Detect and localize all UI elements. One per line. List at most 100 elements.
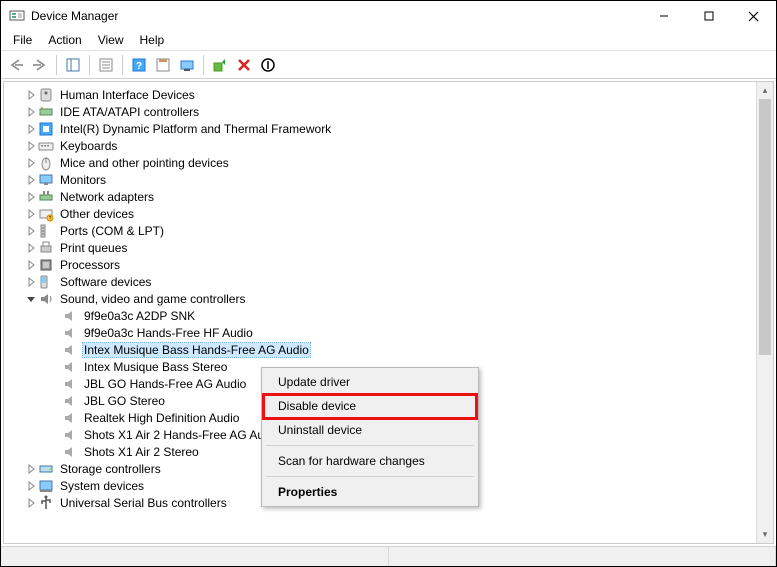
speaker-icon <box>62 359 78 375</box>
category-label: Ports (COM & LPT) <box>58 224 166 238</box>
tree-category[interactable]: Software devices <box>10 273 756 290</box>
expand-icon[interactable] <box>24 224 38 238</box>
statusbar <box>1 546 776 566</box>
maximize-button[interactable] <box>686 1 731 31</box>
speaker-icon <box>62 376 78 392</box>
scroll-up-button[interactable]: ▴ <box>757 82 773 99</box>
expand-icon[interactable] <box>24 258 38 272</box>
scroll-track[interactable] <box>757 99 773 526</box>
vertical-scrollbar[interactable]: ▴ ▾ <box>756 82 773 543</box>
printer-icon <box>38 240 54 256</box>
device-label: Intex Musique Bass Stereo <box>82 360 229 374</box>
context-uninstall-device[interactable]: Uninstall device <box>264 418 476 442</box>
collapse-icon[interactable] <box>24 292 38 306</box>
network-icon <box>38 189 54 205</box>
status-cell <box>1 547 389 566</box>
expand-icon[interactable] <box>24 479 38 493</box>
intel-icon <box>38 121 54 137</box>
tree-category[interactable]: Mice and other pointing devices <box>10 154 756 171</box>
speaker-icon <box>62 325 78 341</box>
tree-device[interactable]: 9f9e0a3c A2DP SNK <box>10 307 756 324</box>
expand-icon[interactable] <box>24 139 38 153</box>
tree-category[interactable]: Network adapters <box>10 188 756 205</box>
tree-category[interactable]: Intel(R) Dynamic Platform and Thermal Fr… <box>10 120 756 137</box>
help-button[interactable]: ? <box>128 54 150 76</box>
category-label: Monitors <box>58 173 108 187</box>
expand-icon[interactable] <box>24 105 38 119</box>
category-label: Universal Serial Bus controllers <box>58 496 229 510</box>
category-label: Other devices <box>58 207 136 221</box>
hid-icon <box>38 87 54 103</box>
tree-device[interactable]: 9f9e0a3c Hands-Free HF Audio <box>10 324 756 341</box>
speaker-icon <box>62 393 78 409</box>
tree-category[interactable]: Monitors <box>10 171 756 188</box>
close-button[interactable] <box>731 1 776 31</box>
expand-icon[interactable] <box>24 462 38 476</box>
expand-icon[interactable] <box>24 275 38 289</box>
port-icon <box>38 223 54 239</box>
menu-help[interactable]: Help <box>132 31 173 50</box>
uninstall-button[interactable] <box>233 54 255 76</box>
tree-category[interactable]: Ports (COM & LPT) <box>10 222 756 239</box>
properties-button[interactable] <box>95 54 117 76</box>
content-area: Human Interface Devices IDE ATA/ATAPI con… <box>3 81 774 544</box>
device-label: Realtek High Definition Audio <box>82 411 241 425</box>
minimize-button[interactable] <box>641 1 686 31</box>
forward-button[interactable] <box>29 54 51 76</box>
expand-icon[interactable] <box>24 156 38 170</box>
menu-file[interactable]: File <box>5 31 40 50</box>
toolbar-separator <box>56 55 57 75</box>
tree-category[interactable]: Processors <box>10 256 756 273</box>
speaker-icon <box>62 308 78 324</box>
update-driver-button[interactable] <box>209 54 231 76</box>
speaker-icon <box>62 427 78 443</box>
scroll-thumb[interactable] <box>759 99 771 355</box>
other-icon: ? <box>38 206 54 222</box>
expand-icon[interactable] <box>24 173 38 187</box>
scan-hardware-button[interactable] <box>176 54 198 76</box>
back-button[interactable] <box>5 54 27 76</box>
expand-icon[interactable] <box>24 241 38 255</box>
category-label: Software devices <box>58 275 153 289</box>
tree-category[interactable]: Print queues <box>10 239 756 256</box>
speaker-icon <box>62 342 78 358</box>
context-update-driver[interactable]: Update driver <box>264 370 476 394</box>
disable-button[interactable] <box>257 54 279 76</box>
tree-category[interactable]: ? Other devices <box>10 205 756 222</box>
status-cell <box>389 547 777 566</box>
menu-action[interactable]: Action <box>40 31 89 50</box>
expand-icon[interactable] <box>24 496 38 510</box>
category-label: Network adapters <box>58 190 156 204</box>
context-disable-device[interactable]: Disable device <box>264 394 476 418</box>
toolbar-separator <box>89 55 90 75</box>
expand-icon[interactable] <box>24 190 38 204</box>
category-label: Storage controllers <box>58 462 163 476</box>
action-button[interactable] <box>152 54 174 76</box>
expand-icon[interactable] <box>24 88 38 102</box>
tree-category[interactable]: Sound, video and game controllers <box>10 290 756 307</box>
cpu-icon <box>38 257 54 273</box>
mouse-icon <box>38 155 54 171</box>
device-label: 9f9e0a3c A2DP SNK <box>82 309 197 323</box>
context-properties[interactable]: Properties <box>264 480 476 504</box>
context-scan-hardware[interactable]: Scan for hardware changes <box>264 449 476 473</box>
category-label: System devices <box>58 479 146 493</box>
expand-icon[interactable] <box>24 122 38 136</box>
category-label: Keyboards <box>58 139 119 153</box>
tree-category[interactable]: Human Interface Devices <box>10 86 756 103</box>
titlebar: Device Manager <box>1 1 776 31</box>
expand-icon[interactable] <box>24 207 38 221</box>
scroll-down-button[interactable]: ▾ <box>757 526 773 543</box>
tree-device[interactable]: Intex Musique Bass Hands-Free AG Audio <box>10 341 756 358</box>
software-icon <box>38 274 54 290</box>
tree-category[interactable]: Keyboards <box>10 137 756 154</box>
category-label: IDE ATA/ATAPI controllers <box>58 105 201 119</box>
show-hide-tree-button[interactable] <box>62 54 84 76</box>
toolbar-separator <box>203 55 204 75</box>
tree-category[interactable]: IDE ATA/ATAPI controllers <box>10 103 756 120</box>
menu-view[interactable]: View <box>90 31 132 50</box>
context-separator <box>266 445 474 446</box>
system-icon <box>38 478 54 494</box>
keyboard-icon <box>38 138 54 154</box>
toolbar: ? <box>1 51 776 79</box>
